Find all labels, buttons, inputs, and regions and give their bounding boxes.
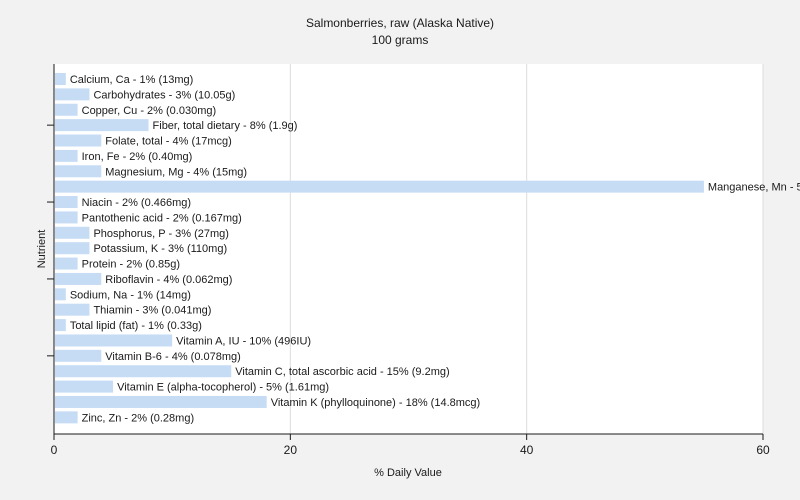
bar bbox=[55, 242, 90, 255]
bar bbox=[55, 380, 114, 393]
bar-label: Manganese, Mn - 55% (1.100mg) bbox=[708, 182, 800, 194]
bar bbox=[55, 73, 66, 85]
bar-label: Riboflavin - 4% (0.062mg) bbox=[105, 274, 232, 286]
y-axis-ticks bbox=[47, 124, 54, 357]
bar-label: Potassium, K - 3% (110mg) bbox=[93, 243, 227, 255]
bar-label: Thiamin - 3% (0.041mg) bbox=[93, 305, 211, 317]
bar bbox=[55, 288, 66, 301]
bar bbox=[55, 226, 90, 239]
bar-label: Niacin - 2% (0.466mg) bbox=[82, 197, 191, 209]
x-axis-label: % Daily Value bbox=[374, 467, 442, 479]
bar bbox=[55, 119, 149, 132]
bar-label: Sodium, Na - 1% (14mg) bbox=[70, 289, 191, 301]
bar-label: Vitamin K (phylloquinone) - 18% (14.8mcg… bbox=[271, 397, 481, 409]
bar bbox=[55, 395, 267, 408]
bar-label: Protein - 2% (0.85g) bbox=[82, 259, 180, 271]
bar bbox=[55, 88, 90, 101]
bar-label: Phosphorus, P - 3% (27mg) bbox=[93, 228, 229, 240]
bar-label: Magnesium, Mg - 4% (15mg) bbox=[105, 166, 247, 178]
x-tick-label: 60 bbox=[756, 443, 770, 457]
bar bbox=[55, 134, 102, 147]
bar bbox=[55, 272, 102, 285]
bar bbox=[55, 365, 232, 378]
bar-label: Zinc, Zn - 2% (0.28mg) bbox=[82, 412, 194, 424]
bar-label: Copper, Cu - 2% (0.030mg) bbox=[82, 105, 217, 117]
y-axis-label: Nutrient bbox=[36, 230, 48, 269]
bar bbox=[55, 334, 173, 347]
bar bbox=[55, 211, 78, 224]
x-axis-ticks: 0 20 40 60 bbox=[51, 434, 770, 457]
bar bbox=[55, 165, 102, 178]
bar bbox=[55, 196, 78, 209]
bar bbox=[55, 257, 78, 270]
bar bbox=[55, 411, 78, 424]
bar-label: Total lipid (fat) - 1% (0.33g) bbox=[70, 320, 202, 332]
chart-title: Salmonberries, raw (Alaska Native) bbox=[306, 16, 494, 30]
bar-label: Carbohydrates - 3% (10.05g) bbox=[93, 89, 235, 101]
bar-label: Folate, total - 4% (17mcg) bbox=[105, 136, 232, 148]
bar-label: Vitamin B-6 - 4% (0.078mg) bbox=[105, 351, 241, 363]
bar bbox=[55, 349, 102, 362]
bar bbox=[55, 303, 90, 316]
bar-label: Vitamin C, total ascorbic acid - 15% (9.… bbox=[235, 366, 449, 378]
bar-label: Pantothenic acid - 2% (0.167mg) bbox=[82, 212, 242, 224]
bar-label: Fiber, total dietary - 8% (1.9g) bbox=[153, 120, 298, 132]
x-tick-label: 20 bbox=[284, 443, 298, 457]
chart-subtitle: 100 grams bbox=[372, 33, 429, 47]
x-tick-label: 0 bbox=[51, 443, 58, 457]
bar bbox=[55, 103, 78, 116]
nutrient-bar-chart: Calcium, Ca - 1% (13mg) Carbohydrates - 3… bbox=[36, 16, 800, 479]
bar-label: Iron, Fe - 2% (0.40mg) bbox=[82, 151, 193, 163]
bar-label: Vitamin A, IU - 10% (496IU) bbox=[176, 335, 311, 347]
bar-label: Calcium, Ca - 1% (13mg) bbox=[70, 74, 193, 86]
bar bbox=[55, 319, 66, 332]
bar-label: Vitamin E (alpha-tocopherol) - 5% (1.61m… bbox=[117, 382, 329, 394]
x-tick-label: 40 bbox=[520, 443, 534, 457]
bar bbox=[55, 180, 704, 193]
bar bbox=[55, 149, 78, 162]
